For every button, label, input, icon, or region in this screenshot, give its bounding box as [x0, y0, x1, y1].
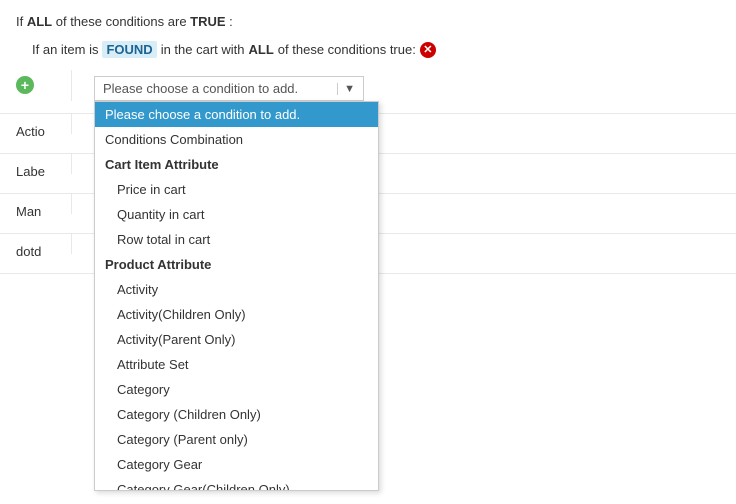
- condition-middle: of these conditions are: [52, 14, 190, 29]
- condition-dropdown-list: Please choose a condition to add.Conditi…: [94, 101, 379, 491]
- found-keyword: FOUND: [102, 41, 156, 58]
- condition-dropdown-container: Please choose a condition to add. ▼ Plea…: [94, 76, 364, 101]
- condition-prefix: If: [16, 14, 27, 29]
- dropdown-item[interactable]: Category (Parent only): [95, 427, 378, 452]
- dropdown-item[interactable]: Attribute Set: [95, 352, 378, 377]
- dropdown-item[interactable]: Row total in cart: [95, 227, 378, 252]
- row-label-actio: Actio: [16, 114, 71, 149]
- row-label-labe: Labe: [16, 154, 71, 189]
- dropdown-item[interactable]: Category: [95, 377, 378, 402]
- dropdown-item[interactable]: Activity: [95, 277, 378, 302]
- dropdown-item[interactable]: Quantity in cart: [95, 202, 378, 227]
- condition-dropdown-trigger[interactable]: Please choose a condition to add. ▼: [94, 76, 364, 101]
- row-label-man: Man: [16, 194, 71, 229]
- rows-container: + Please choose a condition to add. ▼ Pl…: [0, 70, 736, 274]
- dropdown-item[interactable]: Please choose a condition to add.: [95, 102, 378, 127]
- dropdown-item: Cart Item Attribute: [95, 152, 378, 177]
- dropdown-item[interactable]: Activity(Children Only): [95, 302, 378, 327]
- page-wrapper: If ALL of these conditions are TRUE : If…: [0, 0, 736, 504]
- dropdown-selected-label: Please choose a condition to add.: [103, 81, 298, 96]
- sub-suffix: of these conditions true:: [278, 42, 416, 57]
- sub-prefix: If an item is: [32, 42, 98, 57]
- condition-all-keyword: ALL: [27, 14, 52, 29]
- dropdown-item[interactable]: Category Gear(Children Only): [95, 477, 378, 491]
- condition-true-keyword: TRUE: [190, 14, 225, 29]
- delete-condition-icon[interactable]: ✕: [420, 42, 436, 58]
- dropdown-item[interactable]: Conditions Combination: [95, 127, 378, 152]
- top-condition: If ALL of these conditions are TRUE :: [0, 0, 736, 37]
- sub-condition-line: If an item is FOUND in the cart with ALL…: [0, 37, 736, 66]
- main-content: + Please choose a condition to add. ▼ Pl…: [0, 70, 736, 274]
- sub-middle: in the cart with: [161, 42, 245, 57]
- dropdown-item[interactable]: Activity(Parent Only): [95, 327, 378, 352]
- add-condition-icon[interactable]: +: [16, 76, 34, 94]
- add-condition-row: + Please choose a condition to add. ▼ Pl…: [0, 70, 736, 114]
- condition-colon: :: [226, 14, 233, 29]
- dropdown-item: Product Attribute: [95, 252, 378, 277]
- dropdown-item[interactable]: Category Gear: [95, 452, 378, 477]
- dropdown-arrow-icon: ▼: [337, 83, 355, 95]
- row-label-dotd: dotd: [16, 234, 71, 269]
- dropdown-item[interactable]: Category (Children Only): [95, 402, 378, 427]
- dropdown-item[interactable]: Price in cart: [95, 177, 378, 202]
- sub-all-keyword: ALL: [249, 42, 274, 57]
